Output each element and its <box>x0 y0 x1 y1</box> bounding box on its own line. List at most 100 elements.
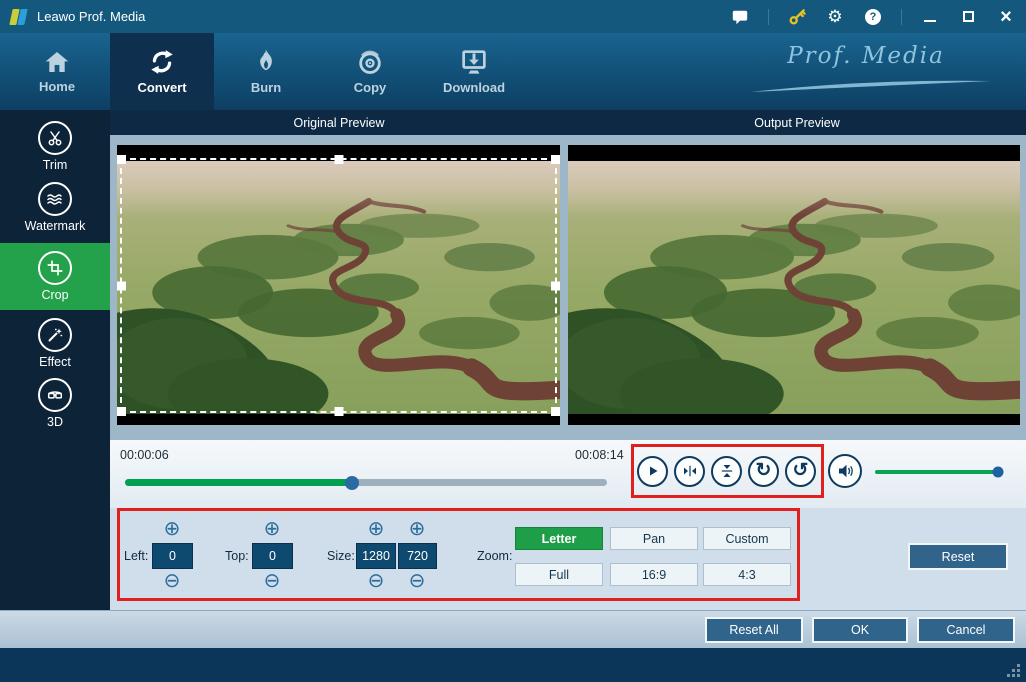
tab-download[interactable]: Download <box>422 33 526 110</box>
close-icon[interactable]: × <box>996 7 1016 27</box>
original-video-pane[interactable] <box>117 145 560 425</box>
tool-sidebar: Trim Watermark Crop Effect 3D <box>0 110 110 610</box>
titlebar-separator <box>901 9 902 25</box>
crop-handle-top-center[interactable] <box>334 155 343 164</box>
crop-controls-row: Left: ⊕ 0 ⊖ Top: ⊕ 0 ⊖ Size: ⊕ 1280 ⊖ ⊕ … <box>110 508 1026 610</box>
sidebar-item-watermark[interactable]: Watermark <box>0 182 110 234</box>
tab-convert[interactable]: Convert <box>110 33 214 110</box>
speaker-icon <box>835 461 855 481</box>
width-value-field[interactable]: 1280 <box>356 543 396 569</box>
crop-handle-bottom-center[interactable] <box>334 407 343 416</box>
tab-burn[interactable]: Burn <box>214 33 318 110</box>
tab-download-label: Download <box>443 80 505 95</box>
zoom-option-pan[interactable]: Pan <box>610 527 698 550</box>
convert-icon <box>147 48 177 76</box>
zoom-option-4-3[interactable]: 4:3 <box>703 563 791 586</box>
height-value-field[interactable]: 720 <box>398 543 437 569</box>
main-nav: Home Convert Burn Co <box>0 33 1026 110</box>
sidebar-item-label: Watermark <box>25 219 86 233</box>
rotate-counterclockwise-button[interactable]: ↺ <box>785 456 816 487</box>
annotation-box-crop-controls <box>117 508 800 601</box>
top-decrement-button[interactable]: ⊖ <box>261 571 283 593</box>
tab-home[interactable]: Home <box>5 33 109 110</box>
window-title: Leawo Prof. Media <box>37 9 145 24</box>
rotate-clockwise-button[interactable]: ↻ <box>748 456 779 487</box>
ok-button[interactable]: OK <box>812 617 908 643</box>
app-window: Leawo Prof. Media ⚙ ? × <box>0 0 1026 682</box>
sidebar-item-3d[interactable]: 3D <box>0 378 110 430</box>
rotate-ccw-icon: ↺ <box>793 461 809 480</box>
sidebar-item-trim[interactable]: Trim <box>0 121 110 173</box>
crop-handle-bottom-right[interactable] <box>551 407 560 416</box>
zoom-field-label: Zoom: <box>477 549 512 563</box>
height-decrement-button[interactable]: ⊖ <box>406 571 428 593</box>
maximize-icon[interactable] <box>958 7 978 27</box>
brand-script: Prof. Media <box>746 43 986 69</box>
zoom-option-full[interactable]: Full <box>515 563 603 586</box>
help-icon[interactable]: ? <box>863 7 883 27</box>
top-increment-button[interactable]: ⊕ <box>261 519 283 541</box>
resize-grip[interactable] <box>1007 664 1020 677</box>
total-time: 00:08:14 <box>575 448 624 462</box>
top-value-field[interactable]: 0 <box>252 543 293 569</box>
tab-burn-label: Burn <box>251 80 281 95</box>
trim-scissors-icon <box>38 121 72 155</box>
left-increment-button[interactable]: ⊕ <box>161 519 183 541</box>
title-bar: Leawo Prof. Media ⚙ ? × <box>0 0 1026 33</box>
size-field-label: Size: <box>327 549 355 563</box>
settings-gear-icon[interactable]: ⚙ <box>825 7 845 27</box>
key-icon[interactable] <box>787 7 807 27</box>
sidebar-item-crop[interactable]: Crop <box>0 243 110 310</box>
volume-level-line <box>875 470 1003 474</box>
download-icon <box>459 48 489 76</box>
width-increment-button[interactable]: ⊕ <box>365 519 387 541</box>
reset-button[interactable]: Reset <box>908 543 1008 570</box>
current-time: 00:00:06 <box>120 448 169 462</box>
left-decrement-button[interactable]: ⊖ <box>161 571 183 593</box>
bottom-action-bar: Reset All OK Cancel <box>0 610 1026 648</box>
volume-slider[interactable] <box>875 467 1003 477</box>
play-button[interactable] <box>637 456 668 487</box>
sidebar-item-label: Effect <box>39 355 71 369</box>
app-logo-icon <box>10 8 28 26</box>
3d-glasses-icon <box>38 378 72 412</box>
chat-icon[interactable] <box>730 7 750 27</box>
left-value-field[interactable]: 0 <box>152 543 193 569</box>
crop-handle-mid-left[interactable] <box>117 281 126 290</box>
seek-thumb[interactable] <box>345 476 359 490</box>
preview-header-bar: Original Preview Output Preview <box>110 110 1026 135</box>
seek-bar[interactable] <box>125 479 607 486</box>
reset-all-button[interactable]: Reset All <box>705 617 803 643</box>
width-decrement-button[interactable]: ⊖ <box>365 571 387 593</box>
volume-thumb[interactable] <box>992 467 1003 478</box>
rotate-cw-icon: ↻ <box>756 461 772 480</box>
preview-area <box>110 135 1026 440</box>
minimize-icon[interactable] <box>920 7 940 27</box>
burn-flame-icon <box>252 48 280 76</box>
timeline-row: 00:00:06 00:08:14 ↻ ↺ <box>110 440 1026 508</box>
left-field-label: Left: <box>124 549 148 563</box>
zoom-option-custom[interactable]: Custom <box>703 527 791 550</box>
tab-copy[interactable]: Copy <box>318 33 422 110</box>
flip-horizontal-icon <box>682 463 698 479</box>
sidebar-item-label: Trim <box>43 158 68 172</box>
crop-handle-top-right[interactable] <box>551 155 560 164</box>
sidebar-item-effect[interactable]: Effect <box>0 318 110 370</box>
tab-copy-label: Copy <box>354 80 387 95</box>
progress-fill <box>125 479 352 486</box>
height-increment-button[interactable]: ⊕ <box>406 519 428 541</box>
flip-horizontal-button[interactable] <box>674 456 705 487</box>
cancel-button[interactable]: Cancel <box>917 617 1015 643</box>
home-icon <box>42 49 72 75</box>
crop-handle-bottom-left[interactable] <box>117 407 126 416</box>
crop-selection-overlay[interactable] <box>120 158 557 413</box>
zoom-option-16-9[interactable]: 16:9 <box>610 563 698 586</box>
zoom-option-letter[interactable]: Letter <box>515 527 603 550</box>
sidebar-item-label: 3D <box>47 415 63 429</box>
status-footer <box>0 648 1026 682</box>
tab-home-label: Home <box>39 79 75 94</box>
flip-vertical-button[interactable] <box>711 456 742 487</box>
crop-handle-mid-right[interactable] <box>551 281 560 290</box>
volume-button[interactable] <box>828 454 862 488</box>
crop-handle-top-left[interactable] <box>117 155 126 164</box>
